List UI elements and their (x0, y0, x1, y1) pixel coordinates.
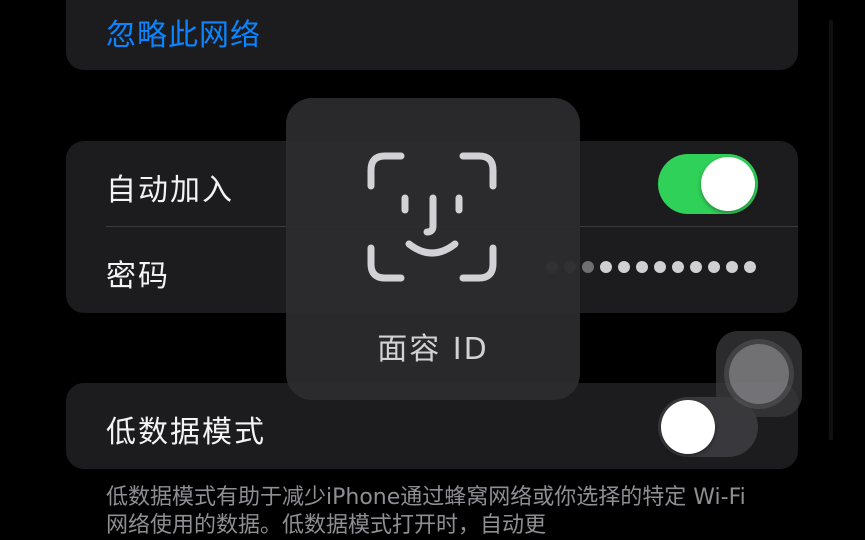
auto-join-label: 自动加入 (106, 173, 234, 208)
face-id-hud: 面容 ID (286, 98, 580, 400)
low-data-mode-description: 低数据模式有助于减少iPhone通过蜂窝网络或你选择的特定 Wi-Fi网络使用的… (106, 485, 746, 538)
toggle-knob (661, 400, 715, 454)
password-label: 密码 (106, 259, 170, 294)
password-dot (582, 261, 594, 273)
face-id-icon (367, 152, 497, 282)
password-dot (618, 261, 630, 273)
password-dot (744, 261, 756, 273)
forget-network-button[interactable]: 忽略此网络 (106, 10, 261, 54)
assistive-touch-button[interactable] (716, 331, 802, 417)
password-dot (726, 261, 738, 273)
password-dot (690, 261, 702, 273)
password-dot (636, 261, 648, 273)
wifi-network-settings-screen: 忽略此网络 自动加入 密码 低数据模式 低数据模式有助于减少iPhone通过蜂窝… (0, 0, 865, 540)
face-id-label: 面容 ID (377, 332, 489, 367)
password-dot (600, 261, 612, 273)
scroll-indicator (829, 20, 833, 440)
toggle-knob (701, 157, 755, 211)
forget-network-card: 忽略此网络 (66, 0, 798, 70)
password-dot (672, 261, 684, 273)
password-dot (708, 261, 720, 273)
low-data-mode-label: 低数据模式 (106, 415, 266, 450)
assistive-touch-inner (729, 344, 789, 404)
password-dot (654, 261, 666, 273)
auto-join-toggle[interactable] (658, 154, 758, 214)
